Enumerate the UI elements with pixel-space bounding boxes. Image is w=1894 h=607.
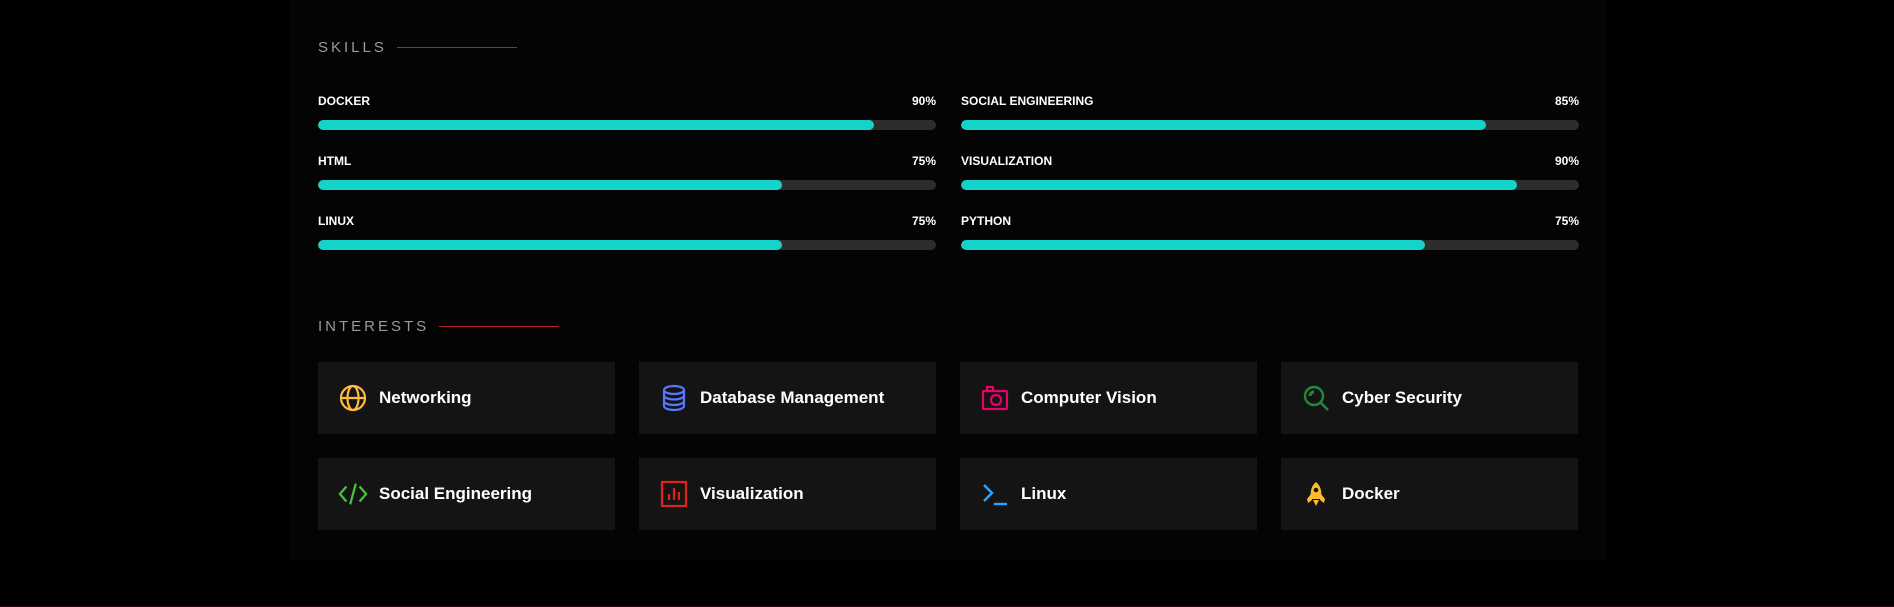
skill-progress-track xyxy=(318,120,936,130)
terminal-icon xyxy=(980,479,1010,509)
interest-label: Networking xyxy=(379,388,472,407)
interest-label: Docker xyxy=(1342,484,1400,503)
skill-percent: 90% xyxy=(1554,154,1579,168)
interest-card-docker[interactable]: Docker xyxy=(1281,458,1578,530)
page: SKILLS DOCKER 90% SOCIAL ENGINEERING 85%… xyxy=(0,0,1894,607)
rocket-icon xyxy=(1301,479,1331,509)
interest-label: Cyber Security xyxy=(1342,388,1462,407)
skill-percent: 75% xyxy=(911,214,936,228)
interests-grid: Networking Database Management Computer … xyxy=(318,362,1579,530)
skill-python: PYTHON 75% xyxy=(961,212,1579,272)
skill-visualization: VISUALIZATION 90% xyxy=(961,152,1579,212)
skill-percent: 75% xyxy=(1554,214,1579,228)
interest-card-visualization[interactable]: Visualization xyxy=(639,458,936,530)
interests-section-title: INTERESTS xyxy=(318,318,560,335)
skill-progress-track xyxy=(961,240,1579,250)
code-icon xyxy=(338,479,368,509)
skill-progress-track xyxy=(961,180,1579,190)
skill-name: PYTHON xyxy=(961,214,1012,228)
interests-title-underline xyxy=(439,326,560,327)
skill-linux: LINUX 75% xyxy=(318,212,936,272)
skill-percent: 85% xyxy=(1554,94,1579,108)
skill-name: HTML xyxy=(318,154,352,168)
database-icon xyxy=(659,383,689,413)
skill-percent: 90% xyxy=(911,94,936,108)
skill-progress-track xyxy=(318,240,936,250)
skill-name: VISUALIZATION xyxy=(961,154,1053,168)
interest-card-social-engineering[interactable]: Social Engineering xyxy=(318,458,615,530)
skill-progress-fill xyxy=(961,240,1425,250)
skill-social-engineering: SOCIAL ENGINEERING 85% xyxy=(961,92,1579,152)
interest-label: Linux xyxy=(1021,484,1067,503)
skill-name: DOCKER xyxy=(318,94,371,108)
skill-progress-fill xyxy=(318,120,875,130)
skill-progress-fill xyxy=(961,180,1518,190)
chart-icon xyxy=(659,479,689,509)
interest-label: Visualization xyxy=(700,484,804,503)
skills-section-title: SKILLS xyxy=(318,39,517,56)
skill-percent: 75% xyxy=(911,154,936,168)
skill-html: HTML 75% xyxy=(318,152,936,212)
interest-card-computer-vision[interactable]: Computer Vision xyxy=(960,362,1257,434)
skill-progress-fill xyxy=(961,120,1487,130)
globe-icon xyxy=(338,383,368,413)
skill-progress-fill xyxy=(318,180,782,190)
skills-grid: DOCKER 90% SOCIAL ENGINEERING 85% HTML 7… xyxy=(318,92,1579,272)
skill-name: LINUX xyxy=(318,214,354,228)
interest-card-networking[interactable]: Networking xyxy=(318,362,615,434)
skill-progress-track xyxy=(961,120,1579,130)
interest-label: Computer Vision xyxy=(1021,388,1157,407)
skill-name: SOCIAL ENGINEERING xyxy=(961,94,1094,108)
camera-icon xyxy=(980,383,1010,413)
interest-card-linux[interactable]: Linux xyxy=(960,458,1257,530)
interest-label: Social Engineering xyxy=(379,484,533,503)
interest-label: Database Management xyxy=(700,388,885,407)
skill-progress-track xyxy=(318,180,936,190)
interests-title-text: INTERESTS xyxy=(318,318,430,335)
interest-card-database-management[interactable]: Database Management xyxy=(639,362,936,434)
search-icon xyxy=(1301,383,1331,413)
interest-card-cyber-security[interactable]: Cyber Security xyxy=(1281,362,1578,434)
skills-title-underline xyxy=(396,47,517,48)
skill-progress-fill xyxy=(318,240,782,250)
skill-docker: DOCKER 90% xyxy=(318,92,936,152)
skills-title-text: SKILLS xyxy=(318,39,387,56)
